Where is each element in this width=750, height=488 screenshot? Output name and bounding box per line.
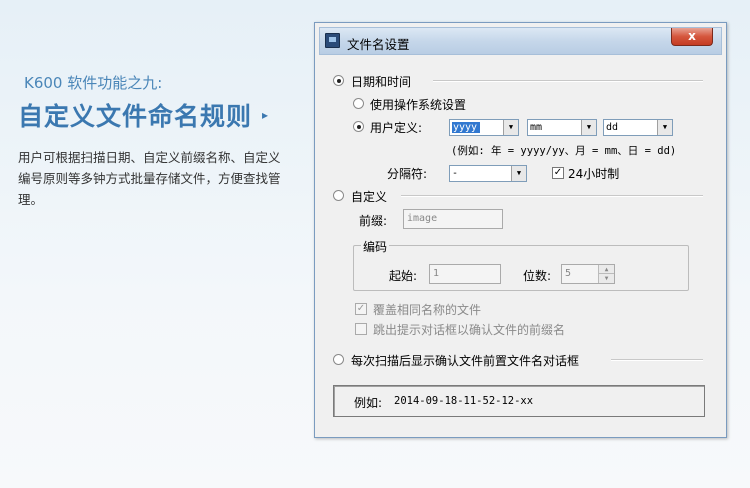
promo-title: 自定义文件命名规则 ▸ [18,97,298,133]
skip-prompt-checkbox[interactable] [355,323,367,335]
divider [401,195,703,197]
chevron-down-icon[interactable]: ▼ [511,166,526,181]
arrow-right-icon: ▸ [262,108,270,122]
divider [433,80,703,82]
prefix-label: 前缀: [359,214,388,228]
hour24-checkbox[interactable]: ✓ [552,167,564,179]
overwrite-checkbox[interactable]: ✓ [355,303,367,315]
digits-label: 位数: [523,269,552,283]
spin-down-icon[interactable]: ▼ [599,274,614,283]
year-format-value: yyyy [452,122,481,133]
prefix-input[interactable]: image [403,209,503,229]
prompt-each-scan-radio[interactable] [333,354,344,365]
example-value: 2014-09-18-11-52-12-xx [394,395,534,407]
promo-panel: K600 软件功能之九: 自定义文件命名规则 ▸ 用户可根据扫描日期、自定义前缀… [18,72,298,210]
month-format-select[interactable]: mm ▼ [527,119,597,136]
promo-subtitle: K600 软件功能之九: [24,74,163,92]
skip-prompt-label: 跳出提示对话框以确认文件的前缀名 [373,323,566,337]
chevron-down-icon[interactable]: ▼ [657,120,672,135]
day-format-value: dd [606,122,619,133]
example-label: 例如: [354,396,383,410]
start-label: 起始: [389,269,418,283]
spinner-arrows[interactable]: ▲ ▼ [598,265,614,283]
dialog-title: 文件名设置 [347,37,410,52]
prompt-each-scan-label: 每次扫描后显示确认文件前置文件名对话框 [351,354,580,368]
separator-label: 分隔符: [387,167,428,181]
scanner-app-icon [325,33,340,48]
custom-radio[interactable] [333,190,344,201]
start-input[interactable]: 1 [429,264,501,284]
use-system-radio[interactable] [353,98,364,109]
digits-spinner[interactable]: 5 ▲ ▼ [561,264,615,284]
month-format-value: mm [530,122,543,133]
user-defined-radio[interactable] [353,121,364,132]
date-time-radio[interactable] [333,75,344,86]
hour24-label: 24小时制 [568,167,620,181]
chevron-down-icon[interactable]: ▼ [503,120,518,135]
overwrite-label: 覆盖相同名称的文件 [373,303,482,317]
encoding-group-label: 编码 [361,238,390,255]
separator-select[interactable]: - ▼ [449,165,527,182]
year-format-select[interactable]: yyyy ▼ [449,119,519,136]
example-preview-box: 例如: 2014-09-18-11-52-12-xx [333,385,705,417]
date-time-label: 日期和时间 [351,75,412,89]
chevron-down-icon[interactable]: ▼ [581,120,596,135]
custom-label: 自定义 [351,190,388,204]
use-system-label: 使用操作系统设置 [370,98,467,112]
dialog-titlebar[interactable]: 文件名设置 x [319,27,722,55]
close-button[interactable]: x [671,28,713,46]
divider [611,359,703,361]
filename-settings-dialog: 文件名设置 x 日期和时间 使用操作系统设置 用户定义: yyyy ▼ mm ▼… [314,22,727,438]
spin-up-icon[interactable]: ▲ [599,265,614,274]
day-format-select[interactable]: dd ▼ [603,119,673,136]
digits-value: 5 [565,268,572,279]
promo-description: 用户可根据扫描日期、自定义前缀名称、自定义编号原则等多钟方式批量存储文件，方便查… [18,150,281,207]
dialog-body: 日期和时间 使用操作系统设置 用户定义: yyyy ▼ mm ▼ dd ▼ (例… [315,55,726,434]
user-defined-label: 用户定义: [370,121,423,135]
promo-title-text: 自定义文件命名规则 [18,102,253,131]
format-hint: (例如: 年 = yyyy/yy、月 = mm、日 = dd) [451,145,677,157]
separator-value: - [452,168,459,179]
